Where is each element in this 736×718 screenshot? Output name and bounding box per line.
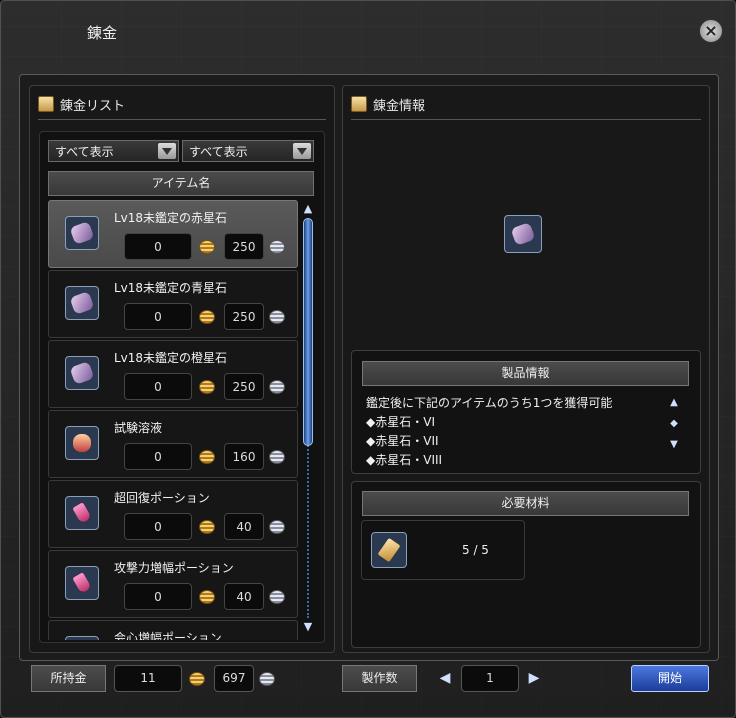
recipe-item[interactable]: Lv18未鑑定の青星石 0 250 <box>48 270 298 338</box>
recipe-name: 攻撃力増幅ポーション <box>114 561 234 575</box>
increase-arrow-icon[interactable]: ▶ <box>526 668 542 688</box>
silver-coin-icon <box>269 520 285 534</box>
silver-cost: 250 <box>224 303 264 330</box>
money-label: 所持金 <box>31 665 106 692</box>
scroll-thumb[interactable] <box>303 218 313 446</box>
list-book-icon <box>38 96 54 112</box>
dropdown-arrow-icon[interactable] <box>158 143 176 159</box>
gold-coin-icon <box>199 380 215 394</box>
filter-select-2[interactable]: すべて表示 <box>182 140 314 162</box>
scroll-down-icon[interactable]: ▼ <box>667 439 681 450</box>
scroll-up-icon[interactable]: ▲ <box>667 397 681 408</box>
scroll-thumb[interactable]: ◆ <box>667 418 681 429</box>
recipe-name: 会心増幅ポーション <box>114 631 222 640</box>
recipe-item[interactable]: 試験溶液 0 160 <box>48 410 298 478</box>
gold-coin-icon <box>199 450 215 464</box>
star-stone-icon <box>65 216 99 250</box>
money-gold: 11 <box>114 665 182 692</box>
silver-coin-icon <box>269 310 285 324</box>
recipe-name: 試験溶液 <box>114 421 163 435</box>
silver-cost: 250 <box>224 373 264 400</box>
recipe-item[interactable]: Lv18未鑑定の赤星石 0 250 <box>48 200 298 268</box>
recipe-name: 超回復ポーション <box>114 491 210 505</box>
dropdown-arrow-icon[interactable] <box>293 143 311 159</box>
gold-cost: 0 <box>124 303 192 330</box>
material-slot[interactable]: 5 / 5 <box>361 520 525 580</box>
recipe-item[interactable]: 攻撃力増幅ポーション 0 40 <box>48 550 298 618</box>
gold-cost: 0 <box>124 233 192 260</box>
star-stone-icon <box>65 356 99 390</box>
gold-cost: 0 <box>124 513 192 540</box>
silver-cost: 160 <box>224 443 264 470</box>
filter-select-1[interactable]: すべて表示 <box>48 140 179 162</box>
gold-coin-icon <box>189 672 205 686</box>
recipe-name: Lv18未鑑定の赤星石 <box>114 211 228 225</box>
silver-cost: 40 <box>224 513 264 540</box>
gold-coin-icon <box>199 520 215 534</box>
potion-icon <box>65 636 99 640</box>
item-name-column-header[interactable]: アイテム名 <box>48 171 314 196</box>
product-info-line: ◆赤星石・VII <box>366 434 439 448</box>
product-info-line: 鑑定後に下記のアイテムのうち1つを獲得可能 <box>366 396 613 410</box>
recipe-list: Lv18未鑑定の赤星石 0 250 Lv18未鑑定の青星石 0 250 Lv18… <box>48 200 300 640</box>
recipe-name: Lv18未鑑定の橙星石 <box>114 351 228 365</box>
product-info-label: 製品情報 <box>362 361 689 386</box>
product-info-scrollbar[interactable]: ▲ ◆ ▼ <box>667 397 681 461</box>
alchemy-list-title: 錬金リスト <box>60 99 126 114</box>
recipe-list-scrollbar[interactable]: ▲ ▼ <box>301 202 315 634</box>
material-count: 5 / 5 <box>462 543 489 557</box>
potion-icon <box>65 496 99 530</box>
product-info-line: ◆赤星石・VIII <box>366 453 443 467</box>
star-stone-icon <box>65 286 99 320</box>
recipe-item[interactable]: 超回復ポーション 0 40 <box>48 480 298 548</box>
silver-coin-icon <box>269 590 285 604</box>
craft-count-input[interactable]: 1 <box>461 665 519 692</box>
material-icon <box>371 532 407 568</box>
gold-coin-icon <box>199 310 215 324</box>
potion-icon <box>65 566 99 600</box>
close-icon[interactable]: × <box>699 19 723 43</box>
alchemy-info-title: 錬金情報 <box>373 99 426 114</box>
info-book-icon <box>351 96 367 112</box>
scroll-down-icon[interactable]: ▼ <box>301 620 315 634</box>
title-bar[interactable]: 錬金 × <box>1 1 735 63</box>
silver-coin-icon <box>269 240 285 254</box>
recipe-name: Lv18未鑑定の青星石 <box>114 281 228 295</box>
filter-select-1-value: すべて表示 <box>55 145 114 159</box>
flask-icon <box>65 426 99 460</box>
gold-cost: 0 <box>124 583 192 610</box>
gold-coin-icon <box>199 240 215 254</box>
alchemy-window: 錬金 × 錬金リスト すべて表示 すべて表示 アイテム名 Lv18未鑑定の赤星石… <box>0 0 736 718</box>
product-preview-icon <box>504 215 542 253</box>
silver-cost: 40 <box>224 583 264 610</box>
product-info-line: ◆赤星石・VI <box>366 415 435 429</box>
silver-coin-icon <box>269 450 285 464</box>
silver-cost: 250 <box>224 233 264 260</box>
gold-cost: 0 <box>124 443 192 470</box>
recipe-item[interactable]: Lv18未鑑定の橙星石 0 250 <box>48 340 298 408</box>
required-materials-label: 必要材料 <box>362 491 689 516</box>
alchemy-info-header: 錬金情報 <box>351 95 701 120</box>
gold-coin-icon <box>199 590 215 604</box>
silver-coin-icon <box>269 380 285 394</box>
gold-cost: 0 <box>124 373 192 400</box>
silver-coin-icon <box>259 672 275 686</box>
recipe-item[interactable]: 会心増幅ポーション <box>48 620 298 640</box>
window-title: 錬金 <box>87 24 118 42</box>
decrease-arrow-icon[interactable]: ◀ <box>437 668 453 688</box>
alchemy-list-header: 錬金リスト <box>38 95 326 120</box>
filter-select-2-value: すべて表示 <box>189 145 248 159</box>
scroll-up-icon[interactable]: ▲ <box>301 202 315 216</box>
money-silver: 697 <box>214 665 254 692</box>
craft-count-label: 製作数 <box>342 665 417 692</box>
start-button[interactable]: 開始 <box>631 665 709 692</box>
